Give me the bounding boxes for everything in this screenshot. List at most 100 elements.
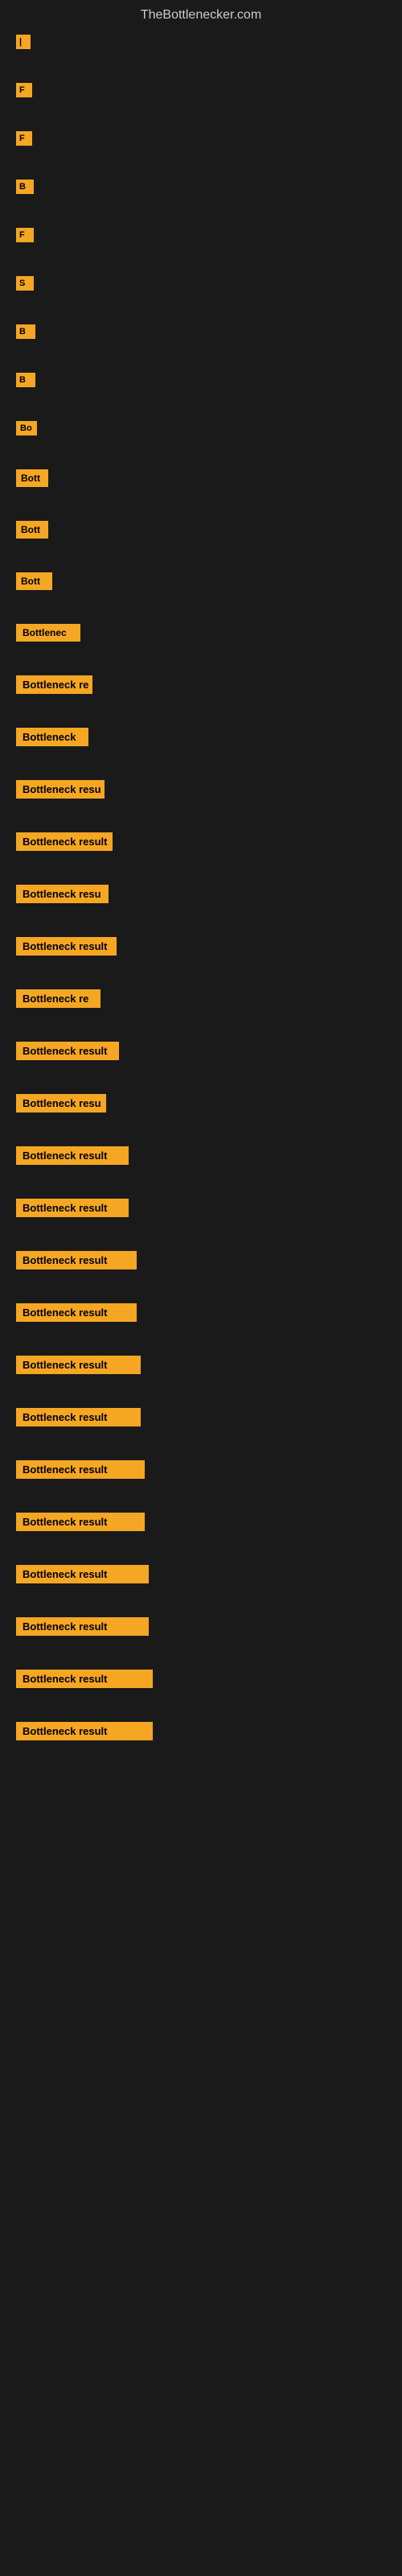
spacer-28 xyxy=(16,1436,386,1460)
bottleneck-label-22[interactable]: Bottleneck resu xyxy=(16,1094,106,1113)
bottleneck-label-11[interactable]: Bott xyxy=(16,521,48,539)
spacer-20 xyxy=(16,1018,386,1042)
bottleneck-item-9: Bo xyxy=(16,421,386,436)
bottleneck-item-5: F xyxy=(16,228,386,242)
spacer-8 xyxy=(16,397,386,421)
spacer-34 xyxy=(16,1750,386,1774)
bottleneck-label-8[interactable]: B xyxy=(16,373,35,387)
bottleneck-label-2[interactable]: F xyxy=(16,83,32,97)
spacer-5 xyxy=(16,252,386,276)
bottleneck-label-15[interactable]: Bottleneck xyxy=(16,728,88,746)
bottleneck-item-28: Bottleneck result xyxy=(16,1408,386,1426)
bottleneck-label-31[interactable]: Bottleneck result xyxy=(16,1565,149,1583)
spacer-3 xyxy=(16,155,386,180)
bottleneck-label-5[interactable]: F xyxy=(16,228,34,242)
bottleneck-label-14[interactable]: Bottleneck re xyxy=(16,675,92,694)
bottleneck-label-33[interactable]: Bottleneck result xyxy=(16,1670,153,1688)
bottleneck-item-24: Bottleneck result xyxy=(16,1199,386,1217)
spacer-13 xyxy=(16,651,386,675)
content-area: | F F B F S B B Bo Bott Bott Bott Bottlenec Bottlenec… xyxy=(0,27,402,1782)
bottleneck-item-11: Bott xyxy=(16,521,386,539)
spacer-27 xyxy=(16,1384,386,1408)
bottleneck-label-10[interactable]: Bott xyxy=(16,469,48,487)
bottleneck-item-21: Bottleneck result xyxy=(16,1042,386,1060)
bottleneck-label-12[interactable]: Bott xyxy=(16,572,52,590)
bottleneck-label-32[interactable]: Bottleneck result xyxy=(16,1617,149,1636)
bottleneck-label-4[interactable]: B xyxy=(16,180,34,194)
bottleneck-item-18: Bottleneck resu xyxy=(16,885,386,903)
bottleneck-item-25: Bottleneck result xyxy=(16,1251,386,1269)
bottleneck-item-1: | xyxy=(16,35,386,49)
bottleneck-item-10: Bott xyxy=(16,469,386,487)
spacer-6 xyxy=(16,300,386,324)
bottleneck-item-30: Bottleneck result xyxy=(16,1513,386,1531)
bottleneck-label-6[interactable]: S xyxy=(16,276,34,291)
bottleneck-item-7: B xyxy=(16,324,386,339)
bottleneck-item-14: Bottleneck re xyxy=(16,675,386,694)
spacer-1 xyxy=(16,59,386,83)
bottleneck-label-27[interactable]: Bottleneck result xyxy=(16,1356,141,1374)
spacer-4 xyxy=(16,204,386,228)
bottleneck-item-19: Bottleneck result xyxy=(16,937,386,956)
bottleneck-item-34: Bottleneck result xyxy=(16,1722,386,1740)
spacer-23 xyxy=(16,1174,386,1199)
bottleneck-item-6: S xyxy=(16,276,386,291)
bottleneck-item-16: Bottleneck resu xyxy=(16,780,386,799)
spacer-26 xyxy=(16,1331,386,1356)
spacer-32 xyxy=(16,1645,386,1670)
spacer-7 xyxy=(16,349,386,373)
bottleneck-label-25[interactable]: Bottleneck result xyxy=(16,1251,137,1269)
spacer-21 xyxy=(16,1070,386,1094)
bottleneck-label-24[interactable]: Bottleneck result xyxy=(16,1199,129,1217)
bottleneck-label-30[interactable]: Bottleneck result xyxy=(16,1513,145,1531)
spacer-25 xyxy=(16,1279,386,1303)
bottleneck-item-23: Bottleneck result xyxy=(16,1146,386,1165)
spacer-17 xyxy=(16,861,386,885)
bottleneck-item-26: Bottleneck result xyxy=(16,1303,386,1322)
bottleneck-label-3[interactable]: F xyxy=(16,131,32,146)
bottleneck-item-20: Bottleneck re xyxy=(16,989,386,1008)
bottleneck-label-23[interactable]: Bottleneck result xyxy=(16,1146,129,1165)
spacer-24 xyxy=(16,1227,386,1251)
spacer-30 xyxy=(16,1541,386,1565)
spacer-2 xyxy=(16,107,386,131)
spacer-9 xyxy=(16,445,386,469)
spacer-11 xyxy=(16,548,386,572)
bottleneck-item-27: Bottleneck result xyxy=(16,1356,386,1374)
bottleneck-item-29: Bottleneck result xyxy=(16,1460,386,1479)
bottleneck-label-7[interactable]: B xyxy=(16,324,35,339)
bottleneck-item-17: Bottleneck result xyxy=(16,832,386,851)
bottleneck-label-20[interactable]: Bottleneck re xyxy=(16,989,100,1008)
bottleneck-label-28[interactable]: Bottleneck result xyxy=(16,1408,141,1426)
spacer-31 xyxy=(16,1593,386,1617)
site-title: TheBottlenecker.com xyxy=(0,0,402,27)
spacer-29 xyxy=(16,1488,386,1513)
bottleneck-item-22: Bottleneck resu xyxy=(16,1094,386,1113)
bottleneck-item-3: F xyxy=(16,131,386,146)
bottleneck-label-26[interactable]: Bottleneck result xyxy=(16,1303,137,1322)
bottleneck-item-32: Bottleneck result xyxy=(16,1617,386,1636)
bottleneck-label-13[interactable]: Bottlenec xyxy=(16,624,80,642)
bottleneck-item-15: Bottleneck xyxy=(16,728,386,746)
bottleneck-item-4: B xyxy=(16,180,386,194)
bottleneck-item-33: Bottleneck result xyxy=(16,1670,386,1688)
spacer-18 xyxy=(16,913,386,937)
bottleneck-label-29[interactable]: Bottleneck result xyxy=(16,1460,145,1479)
spacer-15 xyxy=(16,756,386,780)
bottleneck-label-1[interactable]: | xyxy=(16,35,31,49)
bottleneck-item-8: B xyxy=(16,373,386,387)
bottleneck-label-9[interactable]: Bo xyxy=(16,421,37,436)
spacer-10 xyxy=(16,497,386,521)
spacer-16 xyxy=(16,808,386,832)
bottleneck-label-21[interactable]: Bottleneck result xyxy=(16,1042,119,1060)
bottleneck-label-17[interactable]: Bottleneck result xyxy=(16,832,113,851)
bottleneck-item-31: Bottleneck result xyxy=(16,1565,386,1583)
bottleneck-label-34[interactable]: Bottleneck result xyxy=(16,1722,153,1740)
spacer-12 xyxy=(16,600,386,624)
bottleneck-item-12: Bott xyxy=(16,572,386,590)
bottleneck-label-19[interactable]: Bottleneck result xyxy=(16,937,117,956)
bottleneck-item-2: F xyxy=(16,83,386,97)
spacer-14 xyxy=(16,704,386,728)
bottleneck-label-16[interactable]: Bottleneck resu xyxy=(16,780,105,799)
bottleneck-label-18[interactable]: Bottleneck resu xyxy=(16,885,109,903)
